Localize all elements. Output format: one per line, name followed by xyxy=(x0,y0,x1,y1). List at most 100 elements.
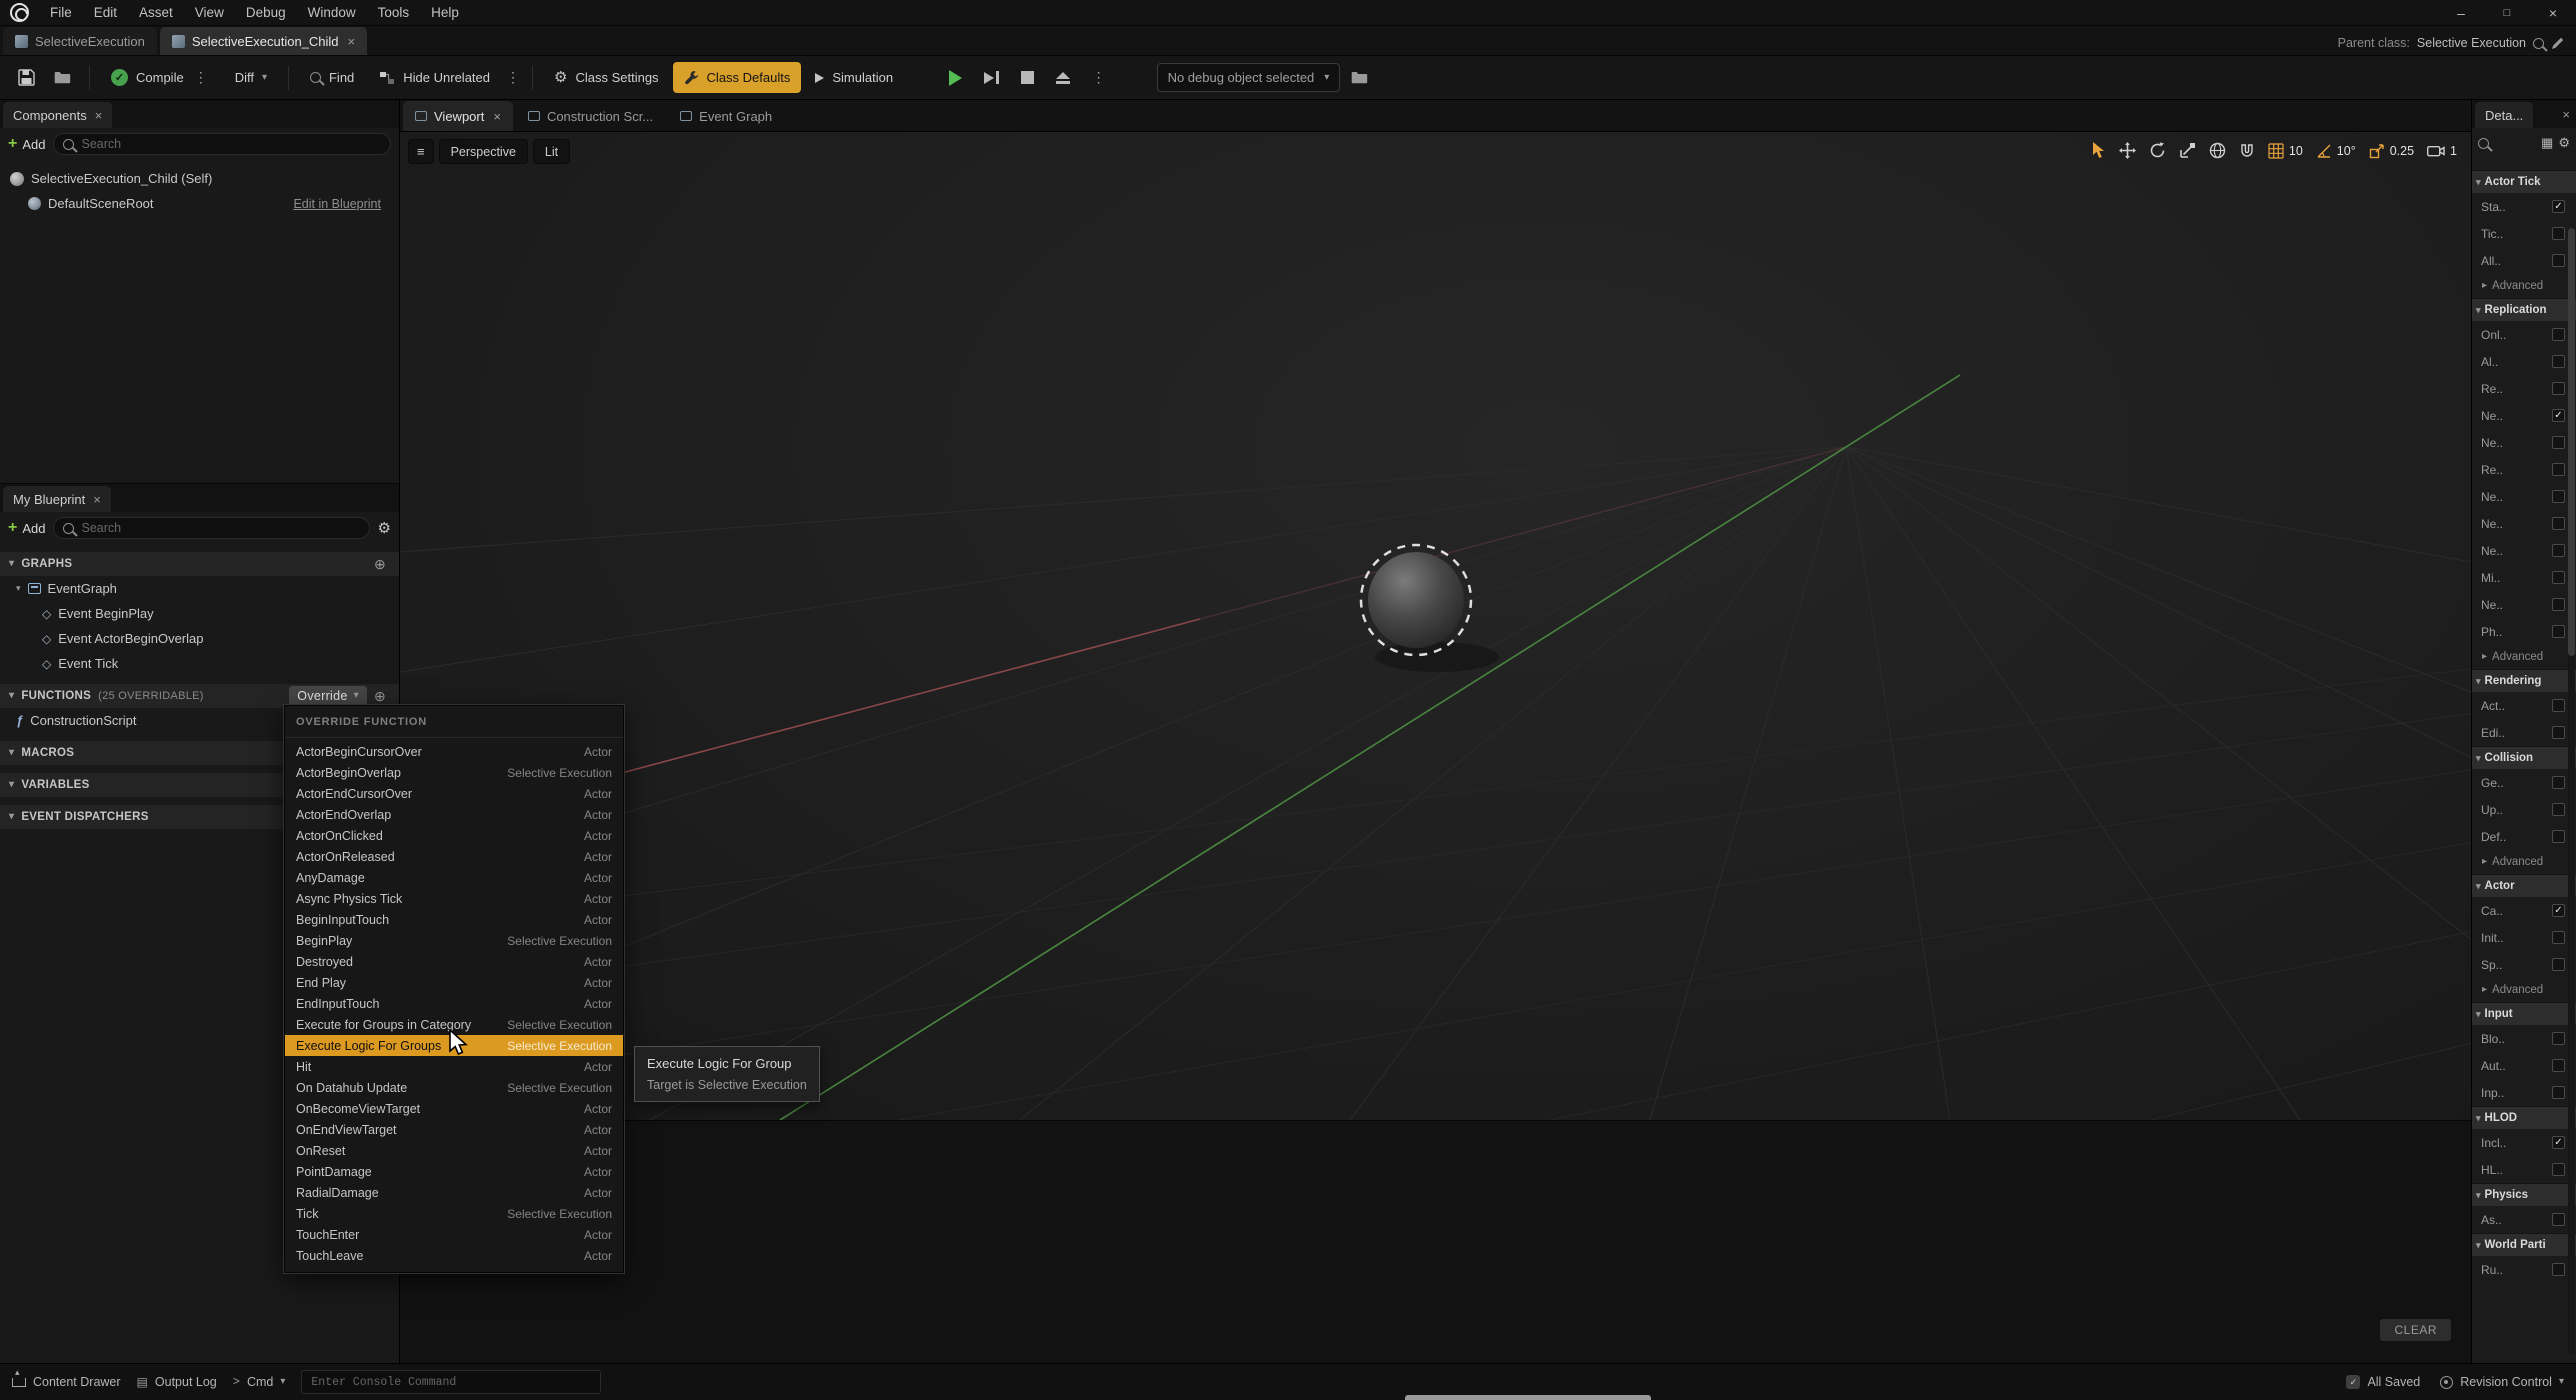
override-menu-item[interactable]: OnEndViewTarget Actor xyxy=(285,1119,623,1140)
close-window-button[interactable]: × xyxy=(2530,0,2576,25)
rotate-tool-button[interactable] xyxy=(2147,139,2168,162)
output-log-button[interactable]: ▤ Output Log xyxy=(137,1375,217,1389)
my-blueprint-panel-tab[interactable]: My Blueprint × xyxy=(3,486,111,512)
menu-item[interactable]: Debug xyxy=(235,0,297,25)
debug-object-dropdown[interactable]: No debug object selected xyxy=(1157,63,1341,92)
edit-in-blueprint-link[interactable]: Edit in Blueprint xyxy=(293,197,381,211)
property-checkbox[interactable] xyxy=(2552,571,2565,584)
override-menu-item[interactable]: RadialDamage Actor xyxy=(285,1182,623,1203)
property-checkbox[interactable] xyxy=(2552,625,2565,638)
toolbar-options-icon[interactable]: ⋮ xyxy=(504,69,522,86)
settings-icon[interactable]: ⚙ xyxy=(2558,135,2570,151)
content-drawer-button[interactable]: Content Drawer xyxy=(12,1375,121,1389)
property-checkbox[interactable] xyxy=(2552,726,2565,739)
details-section-header[interactable]: Replication xyxy=(2472,298,2576,321)
advanced-expander[interactable]: Advanced xyxy=(2472,274,2576,298)
cmd-dropdown-button[interactable]: > Cmd xyxy=(233,1375,286,1389)
search-icon[interactable] xyxy=(2478,138,2489,149)
property-checkbox[interactable] xyxy=(2552,200,2565,213)
override-menu-item[interactable]: ActorOnClicked Actor xyxy=(285,825,623,846)
world-coordinate-button[interactable] xyxy=(2207,139,2228,162)
panel-tab[interactable]: Viewport xyxy=(403,101,513,131)
override-menu-item[interactable]: PointDamage Actor xyxy=(285,1161,623,1182)
override-dropdown-button[interactable]: Override xyxy=(289,686,367,706)
scrollbar-thumb[interactable] xyxy=(2568,228,2575,656)
component-root-item[interactable]: SelectiveExecution_Child (Self) xyxy=(0,166,399,191)
scale-snap-button[interactable]: 0.25 xyxy=(2367,140,2416,162)
browse-to-asset-button[interactable] xyxy=(46,64,79,91)
menu-item[interactable]: Tools xyxy=(367,0,421,25)
override-menu-item[interactable]: On Datahub Update Selective Execution xyxy=(285,1077,623,1098)
override-menu-item[interactable]: End Play Actor xyxy=(285,972,623,993)
advanced-expander[interactable]: Advanced xyxy=(2472,850,2576,874)
property-checkbox[interactable] xyxy=(2552,328,2565,341)
surface-snap-button[interactable] xyxy=(2237,140,2257,162)
viewport-options-button[interactable]: ≡ xyxy=(408,139,434,164)
panel-tab[interactable]: Event Graph xyxy=(668,101,784,131)
property-checkbox[interactable] xyxy=(2552,544,2565,557)
scale-tool-button[interactable] xyxy=(2177,139,2198,162)
override-menu-item[interactable]: TouchLeave Actor xyxy=(285,1245,623,1266)
property-checkbox[interactable] xyxy=(2552,958,2565,971)
my-blueprint-search-input[interactable] xyxy=(81,521,359,535)
override-menu-item[interactable]: ActorEndOverlap Actor xyxy=(285,804,623,825)
all-saved-button[interactable]: All Saved xyxy=(2346,1375,2420,1389)
compile-button[interactable]: Compile ⋮ xyxy=(100,61,221,94)
menu-item[interactable]: View xyxy=(184,0,235,25)
property-checkbox[interactable] xyxy=(2552,904,2565,917)
override-menu-item[interactable]: ActorEndCursorOver Actor xyxy=(285,783,623,804)
search-icon[interactable] xyxy=(2533,38,2544,49)
details-section-header[interactable]: Collision xyxy=(2472,746,2576,769)
property-checkbox[interactable] xyxy=(2552,355,2565,368)
override-menu-item[interactable]: Tick Selective Execution xyxy=(285,1203,623,1224)
details-section-header[interactable]: Actor xyxy=(2472,874,2576,897)
event-item[interactable]: Event Tick xyxy=(0,651,399,676)
console-command-input[interactable] xyxy=(301,1370,601,1394)
rotation-snap-button[interactable]: 10° xyxy=(2314,140,2358,162)
close-panel-icon[interactable]: × xyxy=(93,492,101,507)
override-menu-item[interactable]: Hit Actor xyxy=(285,1056,623,1077)
scrollbar[interactable] xyxy=(2568,228,2575,1355)
move-tool-button[interactable] xyxy=(2117,139,2138,162)
property-checkbox[interactable] xyxy=(2552,803,2565,816)
property-checkbox[interactable] xyxy=(2552,382,2565,395)
browse-debug-object-button[interactable] xyxy=(1343,64,1376,91)
maximize-button[interactable]: □ xyxy=(2484,0,2530,25)
play-button[interactable] xyxy=(941,63,970,93)
components-search-input[interactable] xyxy=(81,137,381,151)
property-checkbox[interactable] xyxy=(2552,517,2565,530)
property-checkbox[interactable] xyxy=(2552,1263,2565,1276)
override-menu-item[interactable]: AnyDamage Actor xyxy=(285,867,623,888)
class-settings-button[interactable]: ⚙ Class Settings xyxy=(543,62,670,93)
add-function-icon[interactable]: ⊕ xyxy=(374,688,386,705)
add-component-button[interactable]: + Add xyxy=(8,136,45,152)
close-panel-icon[interactable]: × xyxy=(2562,107,2570,122)
override-menu-item[interactable]: ActorBeginCursorOver Actor xyxy=(285,741,623,762)
property-checkbox[interactable] xyxy=(2552,598,2565,611)
property-checkbox[interactable] xyxy=(2552,227,2565,240)
diff-button[interactable]: Diff xyxy=(224,62,278,93)
property-checkbox[interactable] xyxy=(2552,436,2565,449)
menu-item[interactable]: File xyxy=(39,0,83,25)
asset-tab[interactable]: SelectiveExecution xyxy=(3,27,157,55)
perspective-button[interactable]: Perspective xyxy=(439,139,528,164)
advanced-expander[interactable]: Advanced xyxy=(2472,645,2576,669)
play-options-icon[interactable]: ⋮ xyxy=(1084,62,1114,93)
override-menu-item[interactable]: Async Physics Tick Actor xyxy=(285,888,623,909)
hide-unrelated-button[interactable]: Hide Unrelated xyxy=(368,62,501,93)
asset-tab[interactable]: SelectiveExecution_Child xyxy=(160,27,367,55)
event-graph-item[interactable]: EventGraph xyxy=(0,576,399,601)
override-menu-item[interactable]: BeginInputTouch Actor xyxy=(285,909,623,930)
details-section-header[interactable]: HLOD xyxy=(2472,1106,2576,1129)
components-search[interactable] xyxy=(53,133,391,155)
add-blueprint-item-button[interactable]: + Add xyxy=(8,520,45,536)
property-checkbox[interactable] xyxy=(2552,699,2565,712)
override-menu-item[interactable]: OnBecomeViewTarget Actor xyxy=(285,1098,623,1119)
select-tool-button[interactable] xyxy=(2089,139,2108,162)
details-section-header[interactable]: Actor Tick xyxy=(2472,170,2576,193)
property-checkbox[interactable] xyxy=(2552,409,2565,422)
my-blueprint-search[interactable] xyxy=(53,517,369,539)
menu-item[interactable]: Help xyxy=(420,0,470,25)
property-checkbox[interactable] xyxy=(2552,463,2565,476)
close-tab-icon[interactable] xyxy=(348,34,356,49)
